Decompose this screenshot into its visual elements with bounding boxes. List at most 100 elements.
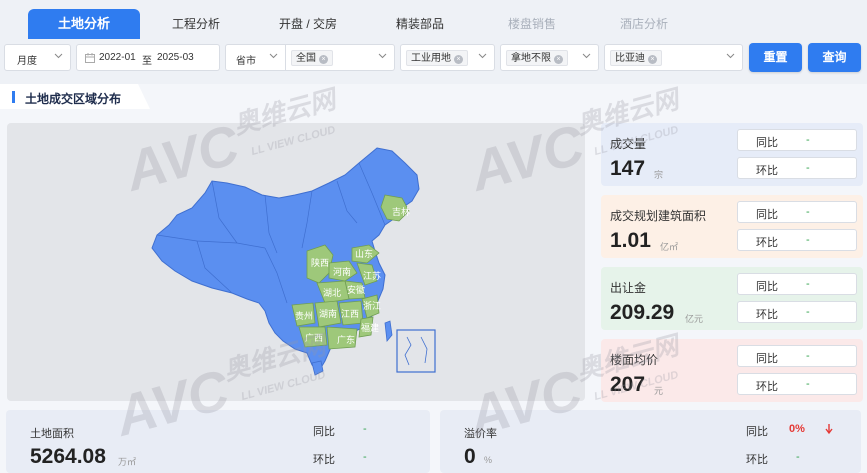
mom-box: 环比 -	[737, 229, 857, 251]
date-range-picker[interactable]: 2022-01 至 2025-03	[76, 44, 220, 71]
mom-value: -	[796, 451, 800, 463]
mom-label: 环比	[756, 381, 778, 393]
map-label-hubei: 湖北	[323, 288, 341, 298]
chevron-down-icon	[478, 51, 487, 59]
region-select[interactable]: 全国 ×	[285, 44, 395, 71]
map-island-hainan	[311, 360, 324, 376]
mom-box: 环比 -	[737, 157, 857, 179]
map-label-jiangxi: 江西	[341, 309, 359, 319]
tab-land-analysis[interactable]: 土地分析	[28, 9, 140, 39]
map-label-guizhou: 贵州	[295, 310, 313, 321]
arrow-down-icon	[825, 422, 833, 440]
stat-card-floor-price: 楼面均价 207 元 同比 - 环比 -	[601, 339, 863, 402]
yoy-box: 同比 -	[737, 273, 857, 295]
stat-value: 5264.08	[30, 445, 106, 468]
stat-unit: %	[484, 455, 493, 465]
tab-engineering-analysis[interactable]: 工程分析	[150, 9, 242, 39]
stat-value: 209.29	[610, 301, 675, 324]
yoy-label: 同比	[756, 353, 778, 365]
yoy-value: -	[806, 278, 810, 290]
close-icon[interactable]: ×	[319, 55, 328, 64]
tab-fitout-parts[interactable]: 精装部品	[374, 9, 466, 39]
chevron-down-icon	[269, 51, 278, 59]
mom-value: -	[806, 234, 810, 246]
stat-card-premium-rate: 溢价率 0 % 同比 0% 环比 -	[440, 410, 861, 473]
acquire-tag[interactable]: 拿地不限 ×	[506, 50, 568, 66]
query-button[interactable]: 查询	[808, 43, 861, 72]
region-tag[interactable]: 全国 ×	[291, 50, 333, 66]
yoy-value: -	[363, 423, 367, 435]
period-select[interactable]: 月度	[4, 44, 71, 71]
land-use-tag-label: 工业用地	[411, 53, 451, 64]
mom-label: 环比	[756, 237, 778, 249]
section-title-label: 土地成交区域分布	[25, 92, 122, 106]
module-tabs: 土地分析 工程分析 开盘 / 交房 精装部品 楼盘销售 酒店分析	[0, 0, 867, 40]
map-label-jilin: 吉林	[392, 206, 410, 217]
chevron-down-icon	[726, 51, 735, 59]
tab-property-sales[interactable]: 楼盘销售	[486, 9, 578, 39]
region-type-select[interactable]: 省市	[225, 44, 285, 71]
map-label-shaanxi: 陕西	[311, 257, 329, 268]
section-title: 土地成交区域分布	[0, 84, 150, 109]
yoy-value: -	[806, 134, 810, 146]
region-type-value: 省市	[236, 56, 256, 67]
stat-name: 溢价率	[464, 428, 497, 440]
map-label-guangxi: 广西	[305, 332, 323, 343]
stat-name: 成交规划建筑面积	[610, 209, 707, 223]
stat-unit: 亿元	[685, 314, 704, 324]
mom-value: -	[806, 378, 810, 390]
chevron-down-icon	[378, 51, 387, 59]
mom-box: 环比 -	[737, 373, 857, 395]
mom-label: 环比	[756, 165, 778, 177]
yoy-label: 同比	[756, 137, 778, 149]
reset-button[interactable]: 重置	[749, 43, 802, 72]
stat-card-floor-area: 成交规划建筑面积 1.01 亿㎡ 同比 - 环比 -	[601, 195, 863, 258]
stat-unit: 宗	[654, 170, 664, 180]
close-icon[interactable]: ×	[454, 55, 463, 64]
company-select[interactable]: 比亚迪 ×	[604, 44, 743, 71]
chevron-down-icon	[582, 51, 591, 59]
stat-card-volume: 成交量 147 宗 同比 - 环比 -	[601, 123, 863, 186]
land-use-select[interactable]: 工业用地 ×	[400, 44, 495, 71]
region-map-panel: 吉林 陕西 山东 河南 江苏 安徽 湖北 浙江 贵州 湖南 江西 福建 广西 广…	[7, 123, 585, 401]
date-start: 2022-01	[99, 52, 136, 63]
tab-opening-delivery[interactable]: 开盘 / 交房	[262, 9, 354, 39]
stat-unit: 万㎡	[118, 457, 137, 467]
stat-name: 土地面积	[30, 428, 74, 440]
yoy-label: 同比	[746, 426, 768, 438]
map-label-jiangsu: 江苏	[363, 270, 381, 281]
stat-value: 0	[464, 445, 476, 468]
acquire-method-select[interactable]: 拿地不限 ×	[500, 44, 599, 71]
company-tag[interactable]: 比亚迪 ×	[610, 50, 662, 66]
close-icon[interactable]: ×	[554, 55, 563, 64]
stat-unit: 亿㎡	[660, 242, 679, 252]
stat-value: 147	[610, 157, 646, 180]
map-label-hunan: 湖南	[319, 308, 337, 319]
yoy-value: -	[806, 350, 810, 362]
mom-value: -	[806, 162, 810, 174]
mom-label: 环比	[313, 454, 335, 466]
map-label-guangdong: 广东	[337, 334, 355, 345]
tab-hotel-analysis[interactable]: 酒店分析	[598, 9, 690, 39]
map-label-shandong: 山东	[355, 248, 373, 259]
close-icon[interactable]: ×	[648, 55, 657, 64]
stat-name: 出让金	[610, 281, 647, 295]
stat-card-transfer-fee: 出让金 209.29 亿元 同比 - 环比 -	[601, 267, 863, 330]
map-label-anhui: 安徽	[347, 284, 365, 295]
date-separator: 至	[142, 56, 152, 67]
calendar-icon	[85, 53, 95, 66]
yoy-label: 同比	[756, 209, 778, 221]
mom-label: 环比	[756, 309, 778, 321]
south-sea-inset	[396, 329, 436, 373]
stat-name: 成交量	[610, 137, 647, 151]
stat-value: 1.01	[610, 229, 651, 252]
yoy-label: 同比	[756, 281, 778, 293]
map-label-fujian: 福建	[361, 322, 379, 333]
map-label-henan: 河南	[333, 266, 351, 277]
stat-value: 207	[610, 373, 646, 396]
china-map[interactable]: 吉林 陕西 山东 河南 江苏 安徽 湖北 浙江 贵州 湖南 江西 福建 广西 广…	[7, 123, 585, 401]
land-use-tag[interactable]: 工业用地 ×	[406, 50, 468, 66]
yoy-box: 同比 -	[737, 129, 857, 151]
date-end: 2025-03	[157, 52, 194, 63]
map-label-zhejiang: 浙江	[363, 300, 381, 311]
